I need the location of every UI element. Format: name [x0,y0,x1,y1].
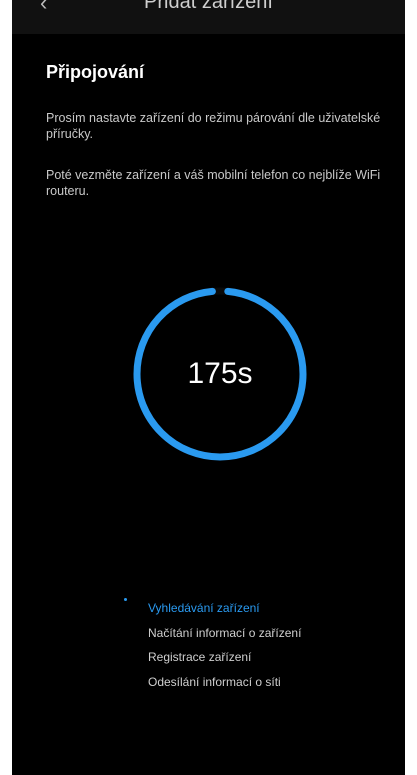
pairing-step-label: Načítání informací o zařízení [148,625,302,640]
pairing-step-1: Vyhledávání zařízení [124,598,301,625]
countdown-label: 175s [187,357,253,390]
header-bar: ‹ Přidat zařízení [12,0,405,34]
section-title: Připojování [46,62,145,82]
pairing-step-4: Odesílání informací o síti [148,674,301,699]
pairing-step-label: Vyhledávání zařízení [148,601,260,615]
pairing-screen: ‹ Přidat zařízení Připojování Prosím nas… [12,0,405,775]
pairing-step-2: Načítání informací o zařízení [148,625,301,650]
instruction-text-1: Prosím nastavte zařízení do režimu párov… [46,111,381,141]
instruction-text-2: Poté vezměte zařízení a váš mobilní tele… [46,168,381,198]
header-title: Přidat zařízení [144,0,273,13]
pairing-step-3: Registrace zařízení [148,649,301,674]
pairing-step-label: Registrace zařízení [148,650,252,664]
countdown-ring: 175s [130,284,310,464]
pairing-step-label: Odesílání informací o síti [148,674,281,689]
loading-spinner-icon [124,598,127,601]
pairing-steps-list: Vyhledávání zařízení Načítání informací o… [124,598,301,699]
